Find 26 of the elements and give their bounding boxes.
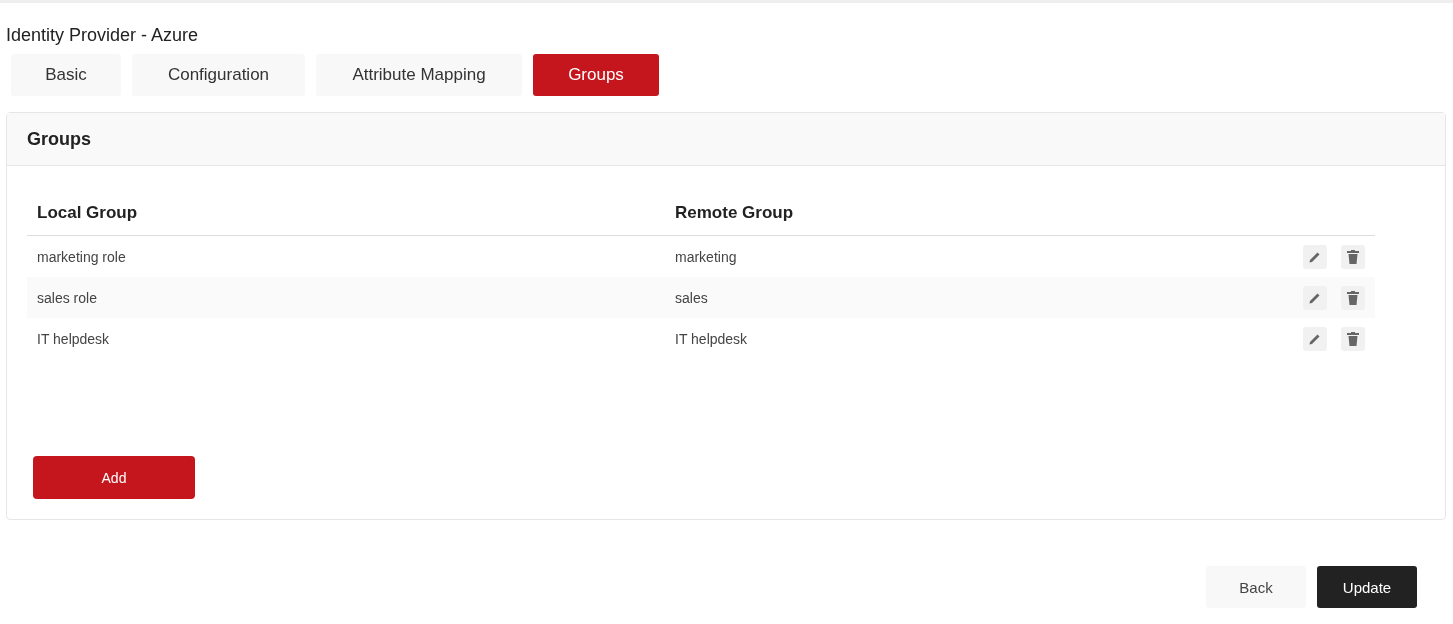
page-title: Identity Provider - Azure <box>5 24 200 47</box>
delete-button[interactable] <box>1341 244 1365 269</box>
edit-button[interactable] <box>1303 326 1327 351</box>
table-cell-text: IT helpdesk <box>37 330 111 347</box>
update-button[interactable]: Update <box>1317 566 1417 608</box>
table-cell-text: marketing role <box>37 248 127 265</box>
table-cell-text: IT helpdesk <box>675 330 749 347</box>
column-header: Remote Group <box>675 203 795 223</box>
tab[interactable]: Configuration <box>132 54 305 96</box>
panel-title: Groups <box>27 128 91 150</box>
delete-icon <box>1347 331 1359 346</box>
edit-button[interactable] <box>1303 244 1327 269</box>
back-button[interactable]: Back <box>1206 566 1306 608</box>
delete-button[interactable] <box>1341 326 1365 351</box>
delete-icon <box>1347 290 1359 305</box>
delete-button[interactable] <box>1341 285 1365 310</box>
tab[interactable]: Groups <box>533 54 659 96</box>
tab[interactable]: Attribute Mapping <box>316 54 522 96</box>
tab[interactable]: Basic <box>11 54 121 96</box>
table-cell-text: marketing <box>675 248 738 265</box>
column-header: Local Group <box>37 203 139 223</box>
add-button[interactable]: Add <box>33 456 195 499</box>
table-cell-text: sales role <box>37 289 98 306</box>
delete-icon <box>1347 249 1359 264</box>
edit-button[interactable] <box>1303 285 1327 310</box>
table-cell-text: sales <box>675 289 709 306</box>
